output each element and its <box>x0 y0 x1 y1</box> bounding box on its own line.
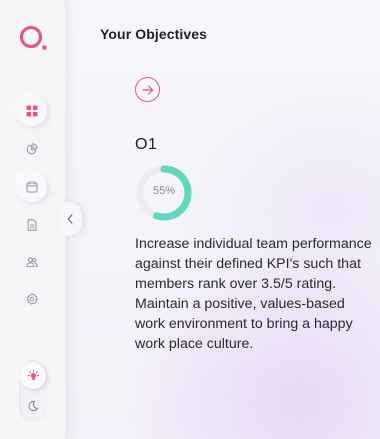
sidebar-item-team[interactable] <box>17 247 47 277</box>
sidebar-item-calendar[interactable] <box>17 172 47 202</box>
document-icon <box>27 219 37 231</box>
grid-icon <box>26 105 38 117</box>
description-line: members rank over 3.5/5 rating. <box>135 276 337 292</box>
sidebar-item-settings[interactable] <box>17 284 47 314</box>
calendar-icon <box>26 181 38 193</box>
chevron-left-icon <box>67 214 73 224</box>
logo <box>19 24 49 52</box>
arrow-right-icon <box>141 85 153 94</box>
description-line: against their defined KPI's such that <box>135 256 361 272</box>
objective-description: Increase individual team performance aga… <box>135 234 380 354</box>
page-title: Your Objectives <box>100 26 208 42</box>
users-icon <box>26 257 38 268</box>
sidebar-item-dashboard[interactable] <box>17 96 47 126</box>
objective-code: O1 <box>135 136 158 153</box>
sidebar <box>0 0 66 439</box>
description-line: Increase individual team performance <box>135 236 372 252</box>
moon-icon[interactable] <box>27 400 39 412</box>
sidebar-item-analytics[interactable] <box>17 134 47 164</box>
pie-chart-icon <box>26 143 38 155</box>
theme-toggle[interactable] <box>19 360 47 422</box>
description-line: work environment to bring a happy <box>135 316 353 332</box>
sun-bulb-icon <box>27 369 39 380</box>
sidebar-item-documents[interactable] <box>17 210 47 240</box>
progress-label: 55% <box>152 185 176 197</box>
description-line: Maintain a positive, values-based <box>135 296 345 312</box>
gear-icon <box>26 293 38 305</box>
next-objective-button[interactable] <box>135 77 160 102</box>
description-line: work place culture. <box>135 336 254 352</box>
collapse-sidebar-button[interactable] <box>58 202 82 236</box>
light-mode-button[interactable] <box>20 363 46 389</box>
